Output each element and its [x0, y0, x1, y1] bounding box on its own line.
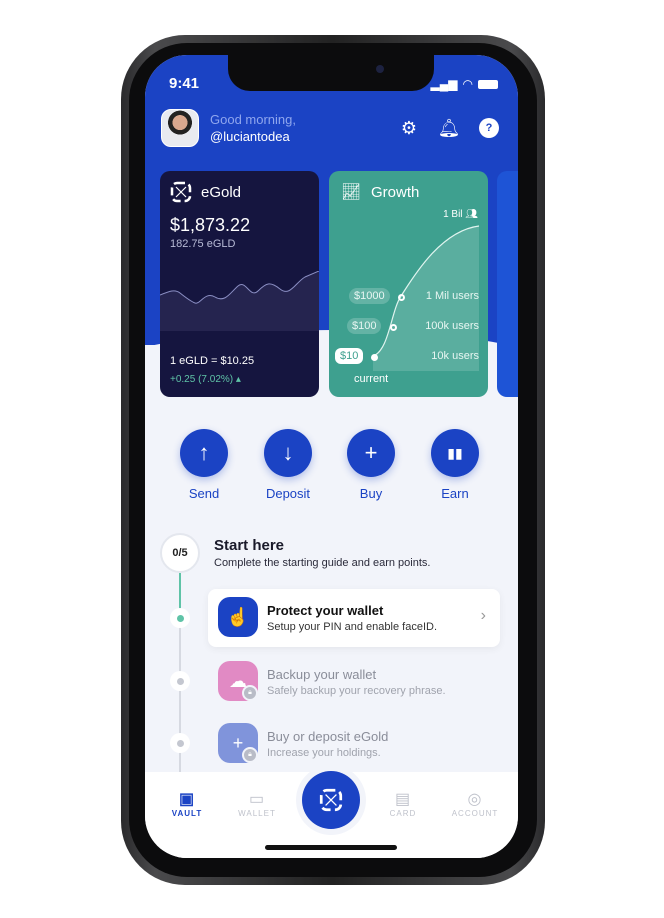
guide-item-buy-deposit[interactable]: + 🔒︎ Buy or deposit eGold Increase your … — [208, 715, 500, 773]
price-tag: $10 — [335, 348, 364, 364]
guide-subtitle: Complete the starting guide and earn poi… — [214, 557, 431, 569]
settings-gear-icon[interactable]: ⚙ — [398, 117, 420, 139]
egold-amount: 182.75 eGLD — [170, 238, 236, 250]
growth-title: Growth — [371, 184, 420, 201]
step-dot — [170, 733, 190, 753]
app-screen: 9:41 ▂▄▆ ◠ Good morning, @luciantodea ⚙ 🔔… — [145, 55, 518, 858]
step-dot-active — [170, 608, 190, 628]
item-subtitle: Setup your PIN and enable faceID. — [267, 621, 437, 633]
level-dot — [390, 324, 397, 331]
earn-label: Earn — [441, 486, 469, 501]
nav-account[interactable]: ◎ ACCOUNT — [445, 789, 505, 818]
step-dot — [170, 671, 190, 691]
nav-vault[interactable]: ▣ VAULT — [157, 789, 217, 818]
users-label: 100k users — [425, 320, 479, 332]
notification-bell-icon[interactable]: 🔔︎ — [438, 117, 461, 139]
egold-price-sparkline — [160, 271, 319, 331]
signal-icon: ▂▄▆ — [430, 77, 458, 91]
nav-card[interactable]: ▤ CARD — [373, 789, 433, 818]
nav-label: CARD — [389, 809, 417, 818]
deposit-label: Deposit — [265, 486, 311, 501]
buy-label: Buy — [359, 486, 383, 501]
growth-top-value: 1 Bil — [443, 209, 463, 220]
vault-icon: ▣ — [178, 791, 196, 808]
growth-top-label: 1 Bil 👥︎ — [443, 209, 478, 220]
egold-card[interactable]: eGold $1,873.22 182.75 eGLD 1 eGLD = $10… — [160, 171, 319, 397]
arrow-down-icon: ↓ — [264, 429, 312, 477]
growth-current-label: current — [354, 373, 389, 385]
center-egold-button[interactable] — [302, 771, 360, 829]
deposit-button[interactable]: ↓ Deposit — [258, 429, 318, 501]
price-tag: $1000 — [349, 288, 390, 304]
help-icon[interactable]: ? — [478, 117, 500, 139]
level-dot — [398, 294, 405, 301]
nav-wallet[interactable]: ▭ WALLET — [227, 789, 287, 818]
nav-label: VAULT — [171, 809, 203, 818]
guide-item-backup-wallet[interactable]: ☁ 🔒︎ Backup your wallet Safely backup yo… — [208, 653, 500, 711]
status-icons: ▂▄▆ ◠ — [431, 77, 498, 91]
price-tag: $100 — [347, 318, 382, 334]
growth-card[interactable]: 📈︎ Growth 1 Bil 👥︎ $1000 1 Mil users $100… — [329, 171, 488, 397]
users-label: 1 Mil users — [425, 290, 479, 302]
earn-button[interactable]: ▮▮ Earn — [425, 429, 485, 501]
users-label: 10k users — [431, 350, 479, 362]
egold-rate: 1 eGLD = $10.25 — [170, 355, 255, 367]
egold-balance: $1,873.22 — [170, 215, 251, 235]
item-title: Backup your wallet — [267, 667, 377, 682]
nav-label: WALLET — [238, 809, 276, 818]
bar-chart-icon: ▮▮ — [431, 429, 479, 477]
level-dot — [371, 354, 378, 361]
timeline-line — [179, 618, 181, 778]
battery-icon — [478, 79, 498, 89]
send-button[interactable]: ↑ Send — [174, 429, 234, 501]
arrow-up-icon: ↑ — [180, 429, 228, 477]
guide-progress: 0/5 — [160, 533, 200, 573]
card-icon: ▤ — [394, 791, 412, 808]
egold-change: +0.25 (7.02%) ▴ — [170, 374, 241, 385]
avatar[interactable] — [161, 109, 199, 147]
growth-chart-icon: 📈︎ — [341, 184, 362, 201]
username: @luciantodea — [210, 129, 290, 144]
chevron-right-icon: › — [480, 607, 486, 624]
greeting: Good morning, — [210, 112, 296, 127]
egold-title: eGold — [201, 184, 242, 201]
item-subtitle: Increase your holdings. — [267, 747, 381, 759]
buy-button[interactable]: + Buy — [341, 429, 401, 501]
wifi-icon: ◠ — [462, 77, 473, 91]
growth-level-1000: $1000 1 Mil users — [349, 288, 479, 304]
lock-icon: 🔒︎ — [242, 747, 258, 763]
nav-label: ACCOUNT — [451, 809, 499, 818]
item-title: Protect your wallet — [267, 603, 384, 618]
egold-logo-icon — [319, 788, 343, 812]
item-subtitle: Safely backup your recovery phrase. — [267, 685, 446, 697]
notch — [228, 55, 434, 91]
guide-title: Start here — [214, 537, 285, 554]
guide-item-protect-wallet[interactable]: ☝ Protect your wallet Setup your PIN and… — [208, 589, 500, 647]
account-icon: ◎ — [467, 791, 483, 808]
home-indicator[interactable] — [265, 845, 397, 850]
next-card-peek[interactable] — [497, 171, 518, 397]
plus-icon: + — [347, 429, 395, 477]
status-time: 9:41 — [169, 75, 200, 92]
egold-logo-icon — [170, 181, 192, 203]
wallet-icon: ▭ — [248, 791, 266, 808]
growth-level-10: $10 10k users — [335, 348, 479, 364]
lock-icon: 🔒︎ — [242, 685, 258, 701]
users-icon: 👥︎ — [465, 209, 478, 220]
touch-pin-icon: ☝ — [218, 597, 258, 637]
item-title: Buy or deposit eGold — [267, 729, 389, 744]
send-label: Send — [188, 486, 220, 501]
growth-level-100: $100 100k users — [347, 318, 479, 334]
